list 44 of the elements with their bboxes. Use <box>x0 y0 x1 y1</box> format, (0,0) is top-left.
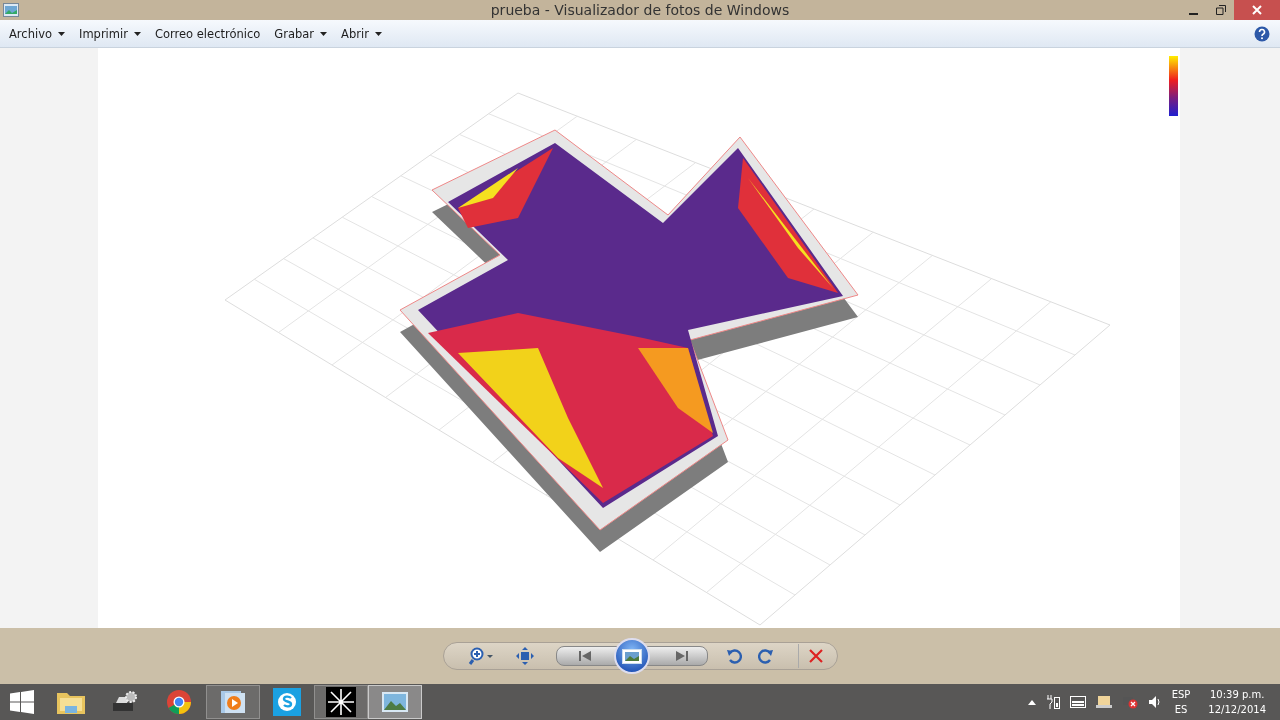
touch-keyboard-icon[interactable] <box>1069 696 1086 708</box>
keyboard-layout[interactable]: ES <box>1174 702 1188 717</box>
speaker-icon[interactable] <box>1147 695 1162 709</box>
landscape-photo-icon <box>380 689 410 715</box>
previous-button[interactable] <box>555 646 618 666</box>
notification-flag-icon[interactable] <box>1095 696 1112 708</box>
menu-item[interactable]: Correo electrónico <box>147 23 268 44</box>
dropdown-arrow-icon <box>320 31 328 36</box>
delete-button[interactable] <box>797 644 823 668</box>
window-title: prueba - Visualizador de fotos de Windows <box>490 2 790 18</box>
dropdown-arrow-icon <box>374 31 382 36</box>
zoom-icon <box>467 647 494 665</box>
menu-item[interactable]: Grabar <box>267 23 335 44</box>
clock-time[interactable]: 10:39 p.m. <box>1209 687 1265 702</box>
minimize-icon <box>1189 12 1198 15</box>
menu-item[interactable]: Abrir <box>334 23 389 44</box>
photo-viewer-icon <box>3 3 19 17</box>
windows-logo-icon <box>10 690 34 714</box>
input-language[interactable]: ESP <box>1171 687 1191 702</box>
close-icon <box>1252 5 1262 15</box>
menu-item[interactable]: Imprimir <box>72 23 148 44</box>
browser-icon <box>166 689 192 715</box>
show-hidden-icons-arrow-icon[interactable] <box>1027 699 1036 705</box>
dropdown-arrow-icon <box>133 31 141 36</box>
starburst-icon <box>326 687 356 717</box>
chat-s-icon <box>273 688 301 716</box>
help-icon[interactable] <box>1254 25 1270 42</box>
actual-size-button[interactable] <box>515 644 534 668</box>
dropdown-arrow-icon <box>58 31 65 36</box>
skip-forward-icon <box>675 651 688 661</box>
clock-date[interactable]: 12/12/2014 <box>1208 702 1266 717</box>
landscape-icon <box>621 648 642 664</box>
taskbar-app-button[interactable] <box>314 685 368 719</box>
slideshow-button[interactable] <box>613 638 650 674</box>
fit-arrows-icon <box>515 647 534 665</box>
battery-plug-icon[interactable] <box>1045 695 1060 709</box>
next-button[interactable] <box>645 646 708 666</box>
play-circle-icon <box>219 689 247 715</box>
menu-item[interactable]: Archivo <box>2 23 72 44</box>
rotate-right-icon <box>757 648 774 664</box>
delete-icon <box>808 649 823 663</box>
close-button[interactable] <box>1234 0 1280 20</box>
restore-icon <box>1215 5 1226 15</box>
rotate-left-icon <box>725 648 742 664</box>
